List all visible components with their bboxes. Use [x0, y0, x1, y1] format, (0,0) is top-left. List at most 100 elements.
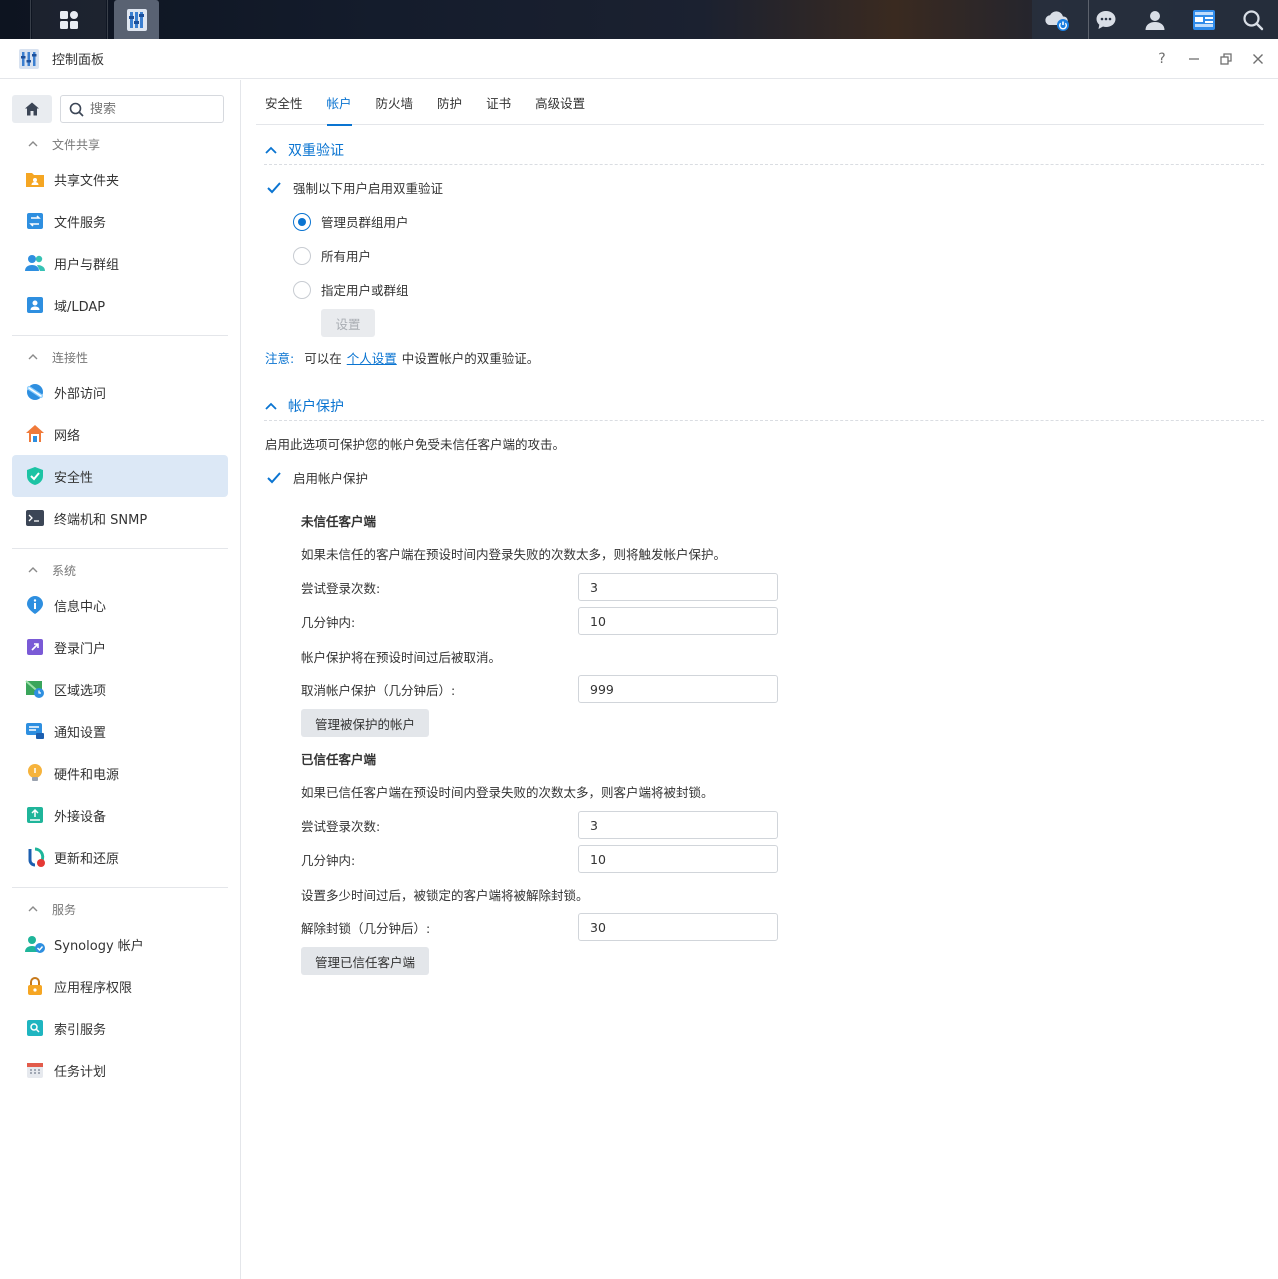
- sidebar-item-regional-options[interactable]: 区域选项: [12, 668, 228, 710]
- shared-folder-icon: [26, 173, 44, 187]
- window-titlebar[interactable]: 控制面板 ?: [0, 39, 1278, 79]
- terminal-icon: [26, 510, 44, 526]
- radio-row: 管理员群组用户: [293, 212, 409, 231]
- protection-description: 启用此选项可保护您的帐户免受未信任客户端的攻击。: [265, 437, 566, 452]
- lightbulb-icon: [28, 764, 42, 781]
- external-access-icon: [27, 384, 43, 400]
- sidebar-item-label: 域/LDAP: [54, 299, 106, 315]
- tab-security[interactable]: 安全性: [265, 80, 303, 125]
- section-header-account-protection[interactable]: 帐户保护: [264, 391, 1264, 421]
- sidebar-item-shared-folder[interactable]: 共享文件夹: [12, 158, 228, 200]
- control-panel-icon: [19, 48, 39, 69]
- sidebar-item-users-groups[interactable]: 用户与群组: [12, 242, 228, 284]
- untrusted-minutes-field[interactable]: [578, 607, 778, 635]
- tab-certificate[interactable]: 证书: [486, 80, 511, 125]
- widgets-button[interactable]: [1184, 0, 1224, 39]
- note-text: 中设置帐户的双重验证。: [401, 351, 540, 366]
- trusted-attempts-input[interactable]: [590, 817, 770, 833]
- sidebar-group-header[interactable]: 连接性: [12, 343, 228, 371]
- manage-protected-accounts-button[interactable]: 管理被保护的帐户: [301, 709, 430, 737]
- radio-all-users[interactable]: [293, 246, 311, 265]
- sidebar-item-info-center[interactable]: 信息中心: [12, 584, 228, 626]
- sidebar-item-hardware-power[interactable]: 硬件和电源: [12, 752, 228, 794]
- search-input[interactable]: [90, 101, 210, 117]
- sidebar-item-label: 外部访问: [54, 386, 107, 402]
- untrusted-cancel-field[interactable]: [578, 675, 778, 703]
- index-search-icon: [27, 1020, 43, 1036]
- sidebar-group-header[interactable]: 服务: [12, 895, 228, 923]
- sidebar-divider: [12, 887, 228, 888]
- trusted-minutes-input[interactable]: [590, 851, 770, 867]
- enforce-2fa-label: 强制以下用户启用双重验证: [293, 181, 444, 196]
- restore-button[interactable]: [1220, 52, 1232, 66]
- sidebar-item-label: 任务计划: [54, 1064, 107, 1080]
- sidebar-item-terminal-snmp[interactable]: 终端机和 SNMP: [12, 497, 228, 539]
- tab-protection[interactable]: 防护: [437, 80, 462, 125]
- radio-specified-users[interactable]: [293, 280, 311, 299]
- user-menu-button[interactable]: [1135, 0, 1175, 39]
- sidebar-item-update-restore[interactable]: 更新和还原: [12, 836, 228, 878]
- trusted-unblock-input[interactable]: [590, 919, 770, 935]
- close-button[interactable]: [1252, 52, 1264, 66]
- main-menu-button[interactable]: [32, 0, 106, 39]
- untrusted-cancel-input[interactable]: [590, 681, 770, 697]
- global-search-button[interactable]: [1233, 0, 1273, 39]
- untrusted-minutes-input[interactable]: [590, 613, 770, 629]
- tab-advanced[interactable]: 高级设置: [535, 80, 585, 125]
- sidebar-divider: [12, 335, 228, 336]
- enable-protection-row: 启用帐户保护: [265, 468, 368, 487]
- home-button[interactable]: [12, 95, 52, 123]
- settings-button[interactable]: 设置: [321, 309, 375, 337]
- help-button[interactable]: ?: [1156, 51, 1168, 67]
- personal-settings-link[interactable]: 个人设置: [347, 348, 397, 367]
- sidebar-item-security[interactable]: 安全性: [12, 455, 228, 497]
- sidebar-item-login-portal[interactable]: 登录门户: [12, 626, 228, 668]
- sidebar-item-network[interactable]: 网络: [12, 413, 228, 455]
- untrusted-minutes-label: 几分钟内:: [301, 615, 356, 630]
- sidebar-group-header[interactable]: 文件共享: [12, 130, 228, 158]
- untrusted-attempts-input[interactable]: [590, 579, 770, 595]
- sidebar-item-external-devices[interactable]: 外接设备: [12, 794, 228, 836]
- radio-admin-group[interactable]: [293, 212, 311, 231]
- control-panel-icon: [126, 8, 147, 31]
- tab-account[interactable]: 帐户: [326, 80, 352, 126]
- taskbar-control-panel-button[interactable]: [114, 0, 159, 39]
- sidebar-item-task-scheduler[interactable]: 任务计划: [12, 1049, 228, 1091]
- trusted-minutes-field[interactable]: [578, 845, 778, 873]
- sidebar-item-label: 用户与群组: [54, 257, 120, 273]
- search-icon: [69, 102, 84, 117]
- trusted-unblock-field[interactable]: [578, 913, 778, 941]
- note-text: 可以在: [304, 351, 342, 366]
- messages-button[interactable]: [1086, 0, 1126, 39]
- cloud-sync-button[interactable]: [1037, 0, 1077, 39]
- untrusted-cancel-description: 帐户保护将在预设时间过后被取消。: [301, 650, 502, 665]
- minimize-button[interactable]: [1188, 52, 1200, 66]
- sidebar-item-notification[interactable]: 通知设置: [12, 710, 228, 752]
- sidebar-group-header[interactable]: 系统: [12, 556, 228, 584]
- chevron-up-icon: [265, 402, 277, 410]
- sidebar-item-synology-account[interactable]: Synology 帐户: [12, 923, 228, 965]
- sidebar-item-indexing-service[interactable]: 索引服务: [12, 1007, 228, 1049]
- manage-trusted-clients-button[interactable]: 管理已信任客户端: [301, 947, 430, 975]
- enable-protection-checkbox[interactable]: [265, 469, 283, 487]
- enforce-2fa-checkbox[interactable]: [265, 179, 283, 197]
- sidebar-item-external-access[interactable]: 外部访问: [12, 371, 228, 413]
- restore-icon: [1220, 53, 1232, 65]
- users-icon: [25, 255, 45, 271]
- section-header-two-factor[interactable]: 双重验证: [264, 135, 1264, 165]
- note-label: 注意:: [265, 351, 295, 366]
- sidebar-item-app-permissions[interactable]: 应用程序权限: [12, 965, 228, 1007]
- trusted-attempts-label: 尝试登录次数:: [301, 819, 381, 834]
- search-box[interactable]: [60, 95, 224, 123]
- sidebar-item-label: Synology 帐户: [54, 938, 144, 954]
- section-title: 帐户保护: [288, 398, 344, 415]
- update-icon: [28, 847, 45, 867]
- taskbar-separator: [107, 0, 108, 39]
- untrusted-attempts-field[interactable]: [578, 573, 778, 601]
- tab-firewall[interactable]: 防火墙: [376, 80, 414, 125]
- trusted-unblock-description: 设置多少时间过后，被锁定的客户端将被解除封锁。: [301, 888, 589, 903]
- sidebar-item-domain-ldap[interactable]: 域/LDAP: [12, 284, 228, 326]
- sidebar-item-file-services[interactable]: 文件服务: [12, 200, 228, 242]
- trusted-attempts-field[interactable]: [578, 811, 778, 839]
- checkmark-icon: [267, 181, 281, 193]
